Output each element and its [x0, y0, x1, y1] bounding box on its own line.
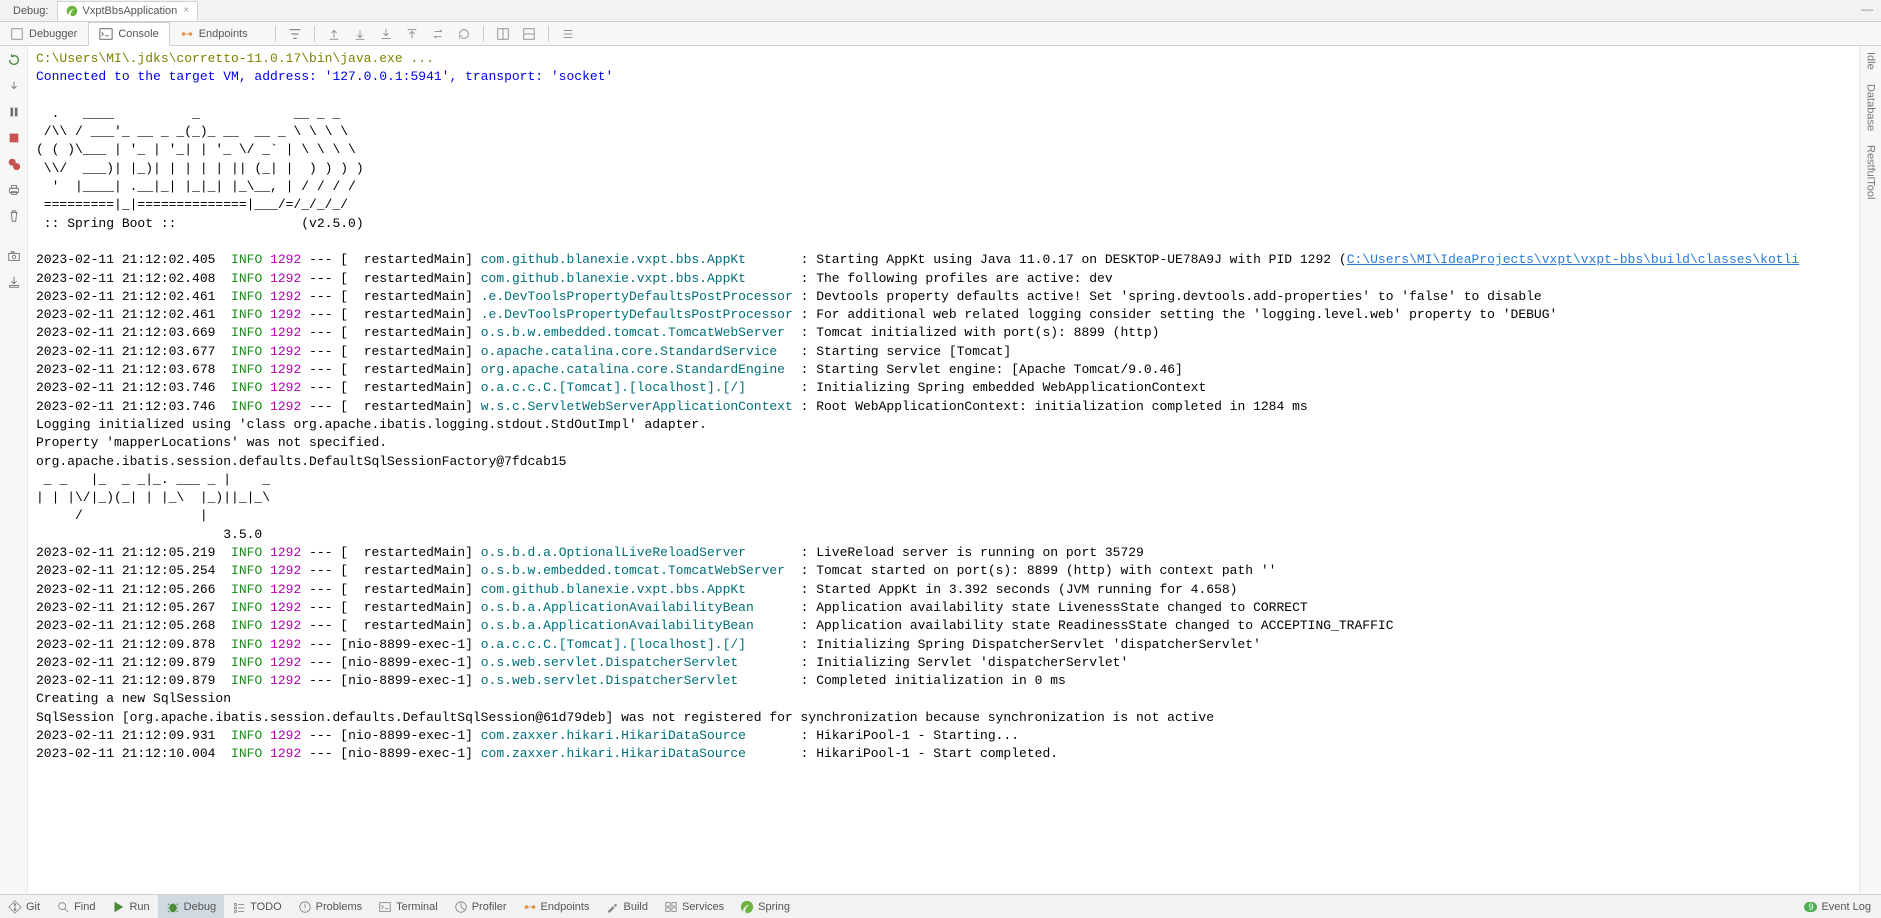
console-output[interactable]: C:\Users\MI\.jdks\corretto-11.0.17\bin\j… — [28, 46, 1859, 894]
sb-build[interactable]: Build — [597, 895, 655, 918]
sb-find[interactable]: Find — [48, 895, 103, 918]
sb-find-label: Find — [74, 901, 95, 913]
minimize-icon[interactable]: — — [1861, 2, 1877, 18]
toggle-breakpoints-icon[interactable] — [4, 154, 24, 174]
profiler-icon — [454, 900, 468, 914]
tab-debugger-label: Debugger — [29, 28, 77, 40]
sb-endpoints[interactable]: Endpoints — [515, 895, 598, 918]
problems-icon — [298, 900, 312, 914]
sb-problems[interactable]: Problems — [290, 895, 370, 918]
tab-console-label: Console — [118, 28, 158, 40]
left-action-gutter — [0, 46, 28, 894]
run-tab-label: VxptBbsApplication — [82, 5, 177, 17]
filter-icon[interactable] — [284, 23, 306, 45]
sb-spring[interactable]: Spring — [732, 895, 798, 918]
layout-icon[interactable] — [492, 23, 514, 45]
tab-debugger[interactable]: Debugger — [0, 22, 88, 45]
camera-icon[interactable] — [4, 246, 24, 266]
swap-icon[interactable] — [427, 23, 449, 45]
sb-services-label: Services — [682, 901, 724, 913]
right-tab-database[interactable]: Database — [1865, 84, 1877, 131]
sb-spring-label: Spring — [758, 901, 790, 913]
tab-endpoints-label: Endpoints — [199, 28, 248, 40]
terminal-icon — [378, 900, 392, 914]
sb-git[interactable]: Git — [0, 895, 48, 918]
play-icon — [111, 900, 125, 914]
sb-event-log[interactable]: 9 Event Log — [1804, 901, 1881, 913]
sb-todo[interactable]: TODO — [224, 895, 290, 918]
refresh-icon[interactable] — [453, 23, 475, 45]
sb-terminal-label: Terminal — [396, 901, 438, 913]
close-icon[interactable]: × — [183, 5, 189, 16]
run-config-tabs: Debug: VxptBbsApplication × — — [0, 0, 1881, 22]
print-icon[interactable] — [4, 180, 24, 200]
run-tab-vxptbbs[interactable]: VxptBbsApplication × — [57, 1, 198, 21]
sb-debug-label: Debug — [184, 901, 216, 913]
down-stack-icon[interactable] — [349, 23, 371, 45]
services-icon — [664, 900, 678, 914]
hammer-icon — [605, 900, 619, 914]
sb-endpoints-label: Endpoints — [541, 901, 590, 913]
sb-event-log-label: Event Log — [1821, 901, 1871, 913]
sb-problems-label: Problems — [316, 901, 362, 913]
stop-icon[interactable] — [4, 128, 24, 148]
sb-run-label: Run — [129, 901, 149, 913]
event-log-badge: 9 — [1804, 902, 1817, 912]
up-stack-icon[interactable] — [323, 23, 345, 45]
git-icon — [8, 900, 22, 914]
bug-icon — [166, 900, 180, 914]
debug-label: Debug: — [4, 1, 57, 21]
sb-todo-label: TODO — [250, 901, 282, 913]
console-icon — [99, 27, 113, 41]
rerun-icon[interactable] — [4, 50, 24, 70]
delete-icon[interactable] — [4, 206, 24, 226]
pause-icon[interactable] — [4, 102, 24, 122]
endpoints-icon — [180, 27, 194, 41]
settings-icon[interactable] — [557, 23, 579, 45]
tab-console[interactable]: Console — [88, 22, 169, 46]
spring-icon — [740, 900, 754, 914]
sb-profiler[interactable]: Profiler — [446, 895, 515, 918]
sb-run[interactable]: Run — [103, 895, 157, 918]
sb-git-label: Git — [26, 901, 40, 913]
upload-icon[interactable] — [401, 23, 423, 45]
tab-endpoints[interactable]: Endpoints — [170, 22, 259, 45]
step-down-icon[interactable] — [4, 76, 24, 96]
debug-toolbar-row: Debugger Console Endpoints — [0, 22, 1881, 46]
sb-terminal[interactable]: Terminal — [370, 895, 446, 918]
export-icon[interactable] — [4, 272, 24, 292]
right-tab-idle[interactable]: Idle — [1865, 52, 1877, 70]
sb-profiler-label: Profiler — [472, 901, 507, 913]
sb-debug[interactable]: Debug — [158, 895, 224, 918]
todo-icon — [232, 900, 246, 914]
download-icon[interactable] — [375, 23, 397, 45]
spring-leaf-icon — [66, 5, 78, 17]
endpoints2-icon — [523, 900, 537, 914]
sb-services[interactable]: Services — [656, 895, 732, 918]
debug-label-text: Debug: — [13, 5, 48, 17]
layout2-icon[interactable] — [518, 23, 540, 45]
sb-build-label: Build — [623, 901, 647, 913]
status-bar: Git Find Run Debug TODO Problems Termina… — [0, 894, 1881, 918]
debugger-icon — [10, 27, 24, 41]
right-tab-restful[interactable]: RestfulTool — [1865, 145, 1877, 199]
search-icon — [56, 900, 70, 914]
right-tool-strip: Idle Database RestfulTool — [1859, 46, 1881, 894]
